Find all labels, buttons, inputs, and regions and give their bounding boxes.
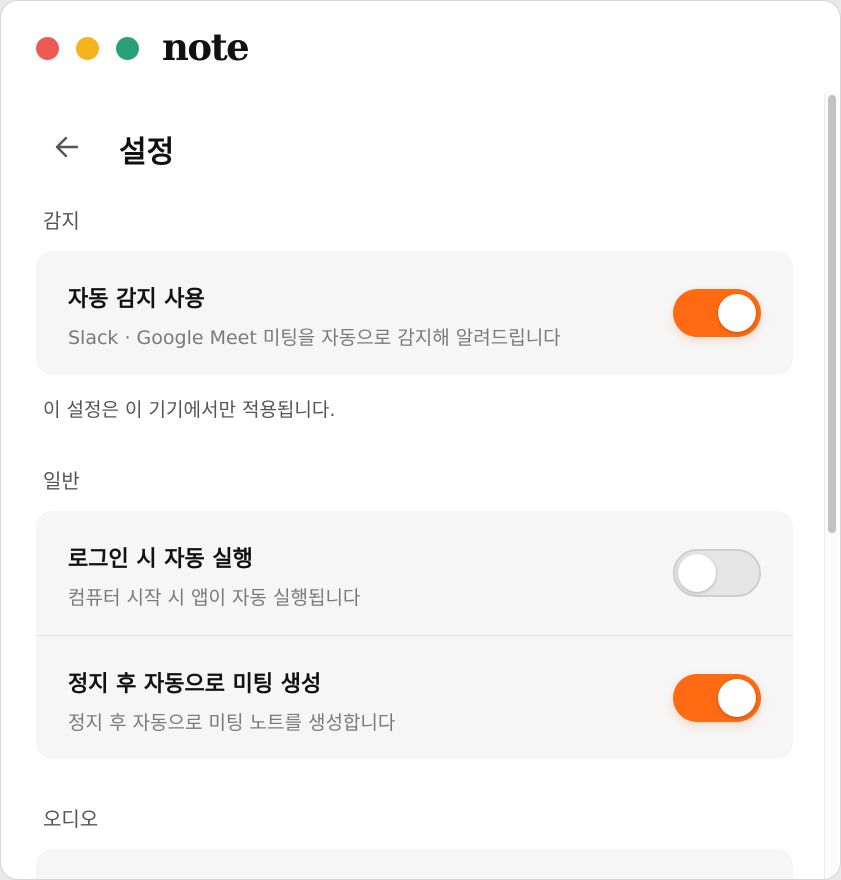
setting-title: 로그인 시 자동 실행	[68, 547, 253, 572]
scrollbar-thumb[interactable]	[828, 95, 836, 533]
scrollbar[interactable]	[824, 93, 838, 879]
setting-title: 자동 감지 사용	[68, 287, 205, 312]
setting-description: 컴퓨터 시작 시 앱이 자동 실행됩니다	[68, 587, 361, 609]
title-bar: note	[1, 1, 840, 93]
card-general: 로그인 시 자동 실행 컴퓨터 시작 시 앱이 자동 실행됩니다 정지 후 자동…	[36, 511, 793, 759]
arrow-left-icon	[55, 136, 79, 158]
page-title: 설정	[119, 135, 175, 170]
card-audio	[36, 849, 793, 879]
setting-row-auto-create-meeting: 정지 후 자동으로 미팅 생성 정지 후 자동으로 미팅 노트를 생성합니다	[36, 635, 793, 759]
app-logo: note	[162, 25, 250, 69]
close-window-button[interactable]	[36, 37, 59, 60]
setting-description: Slack · Google Meet 미팅을 자동으로 감지해 알려드립니다	[68, 327, 561, 349]
toggle-knob	[718, 294, 756, 332]
settings-content: 설정 감지 자동 감지 사용 Slack · Google Meet 미팅을 자…	[1, 93, 823, 879]
maximize-window-button[interactable]	[116, 37, 139, 60]
section-label-general: 일반	[43, 469, 80, 493]
device-only-note: 이 설정은 이 기기에서만 적용됩니다.	[43, 399, 336, 421]
auto-detect-toggle[interactable]	[673, 289, 761, 337]
section-label-detection: 감지	[43, 209, 80, 233]
setting-description: 정지 후 자동으로 미팅 노트를 생성합니다	[68, 712, 396, 734]
app-window: note 설정 감지 자동 감지 사용 Slack · Google Meet …	[0, 0, 841, 880]
toggle-knob	[718, 679, 756, 717]
launch-at-login-toggle[interactable]	[673, 549, 761, 597]
back-button[interactable]	[53, 133, 81, 161]
setting-row-launch-at-login: 로그인 시 자동 실행 컴퓨터 시작 시 앱이 자동 실행됩니다	[36, 511, 793, 635]
card-detection: 자동 감지 사용 Slack · Google Meet 미팅을 자동으로 감지…	[36, 251, 793, 375]
minimize-window-button[interactable]	[76, 37, 99, 60]
auto-create-meeting-toggle[interactable]	[673, 674, 761, 722]
section-label-audio: 오디오	[43, 807, 99, 831]
toggle-knob	[678, 554, 716, 592]
setting-row-auto-detect: 자동 감지 사용 Slack · Google Meet 미팅을 자동으로 감지…	[36, 251, 793, 375]
setting-title: 정지 후 자동으로 미팅 생성	[68, 672, 322, 697]
